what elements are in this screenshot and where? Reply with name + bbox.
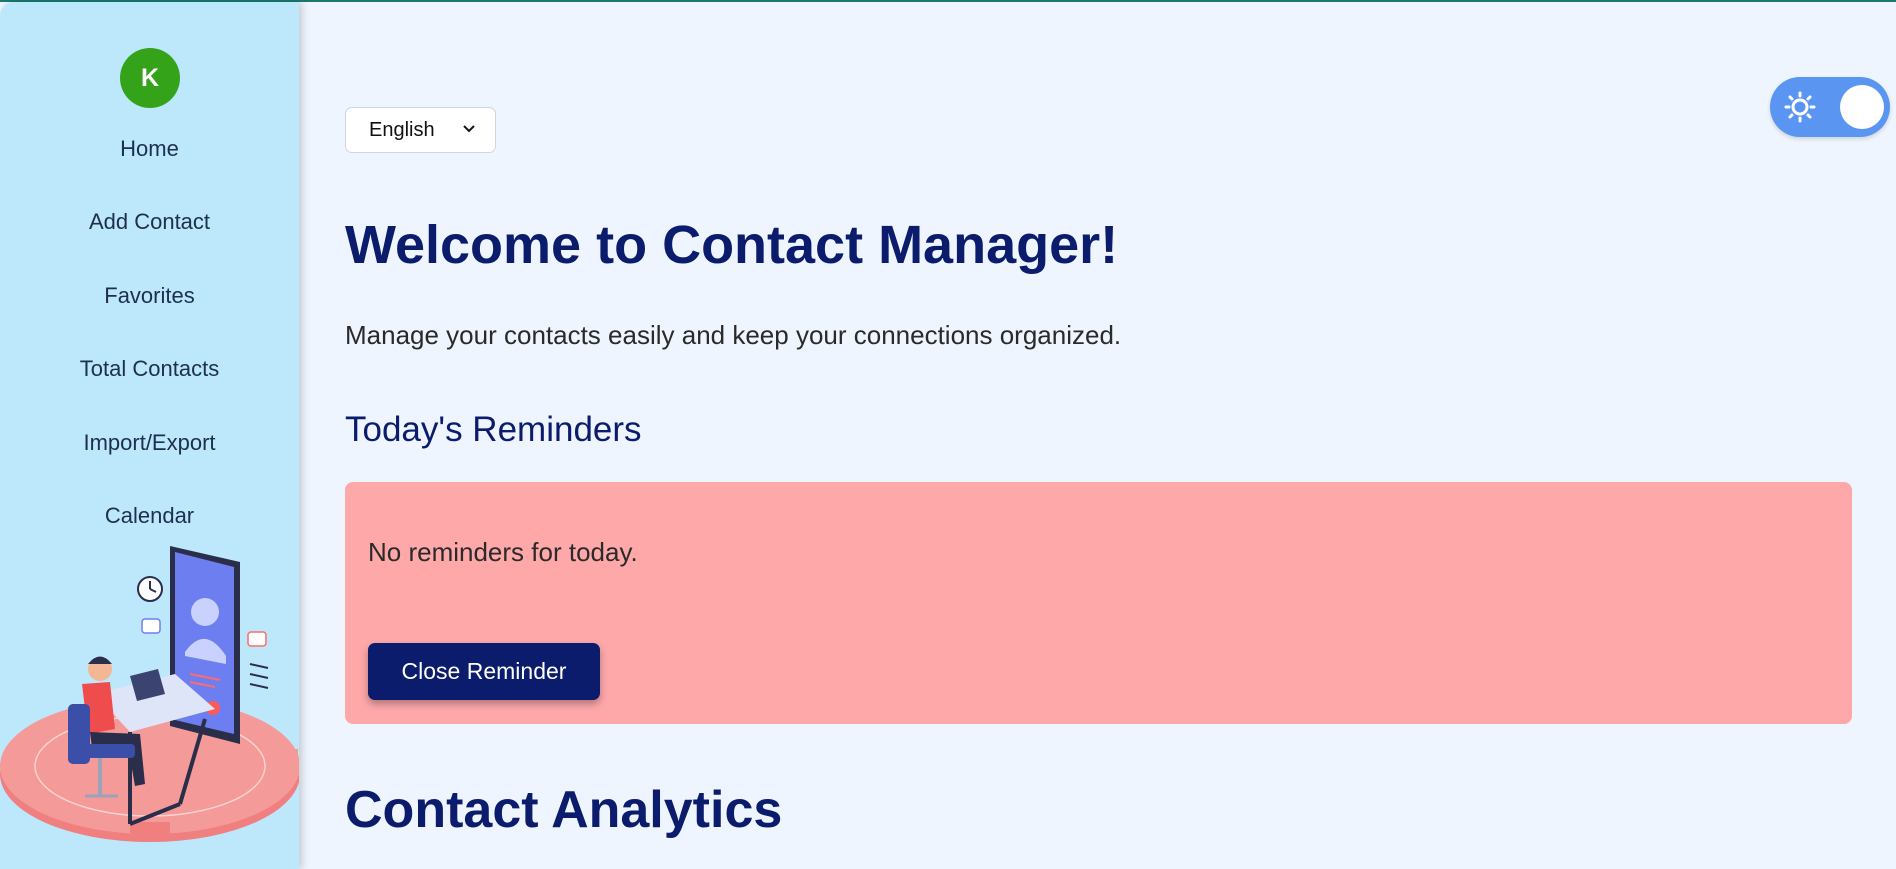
reminders-heading: Today's Reminders <box>345 410 642 449</box>
sidebar-item-import-export[interactable]: Import/Export <box>0 430 299 456</box>
toggle-knob <box>1840 85 1884 129</box>
language-select[interactable]: English <box>345 107 496 153</box>
reminder-message: No reminders for today. <box>368 537 638 567</box>
chevron-down-icon <box>463 125 475 133</box>
sidebar-item-total-contacts[interactable]: Total Contacts <box>0 356 299 382</box>
sun-icon <box>1784 91 1816 123</box>
reminder-panel: No reminders for today. Close Reminder <box>345 482 1852 724</box>
analytics-heading: Contact Analytics <box>345 781 783 839</box>
sidebar-item-favorites[interactable]: Favorites <box>0 283 299 309</box>
close-reminder-button[interactable]: Close Reminder <box>368 643 600 700</box>
clock-icon <box>137 576 163 602</box>
sidebar-item-home[interactable]: Home <box>0 136 299 162</box>
theme-toggle[interactable] <box>1770 77 1890 137</box>
contact-illustration <box>0 546 299 842</box>
avatar[interactable]: K <box>120 48 180 108</box>
language-select-value: English <box>369 118 435 141</box>
page-subtitle: Manage your contacts easily and keep you… <box>345 320 1122 350</box>
sidebar-item-calendar[interactable]: Calendar <box>0 503 299 529</box>
sidebar: K Home Add Contact Favorites Total Conta… <box>0 2 299 869</box>
sidebar-item-add-contact[interactable]: Add Contact <box>0 209 299 235</box>
page-title: Welcome to Contact Manager! <box>345 215 1119 275</box>
